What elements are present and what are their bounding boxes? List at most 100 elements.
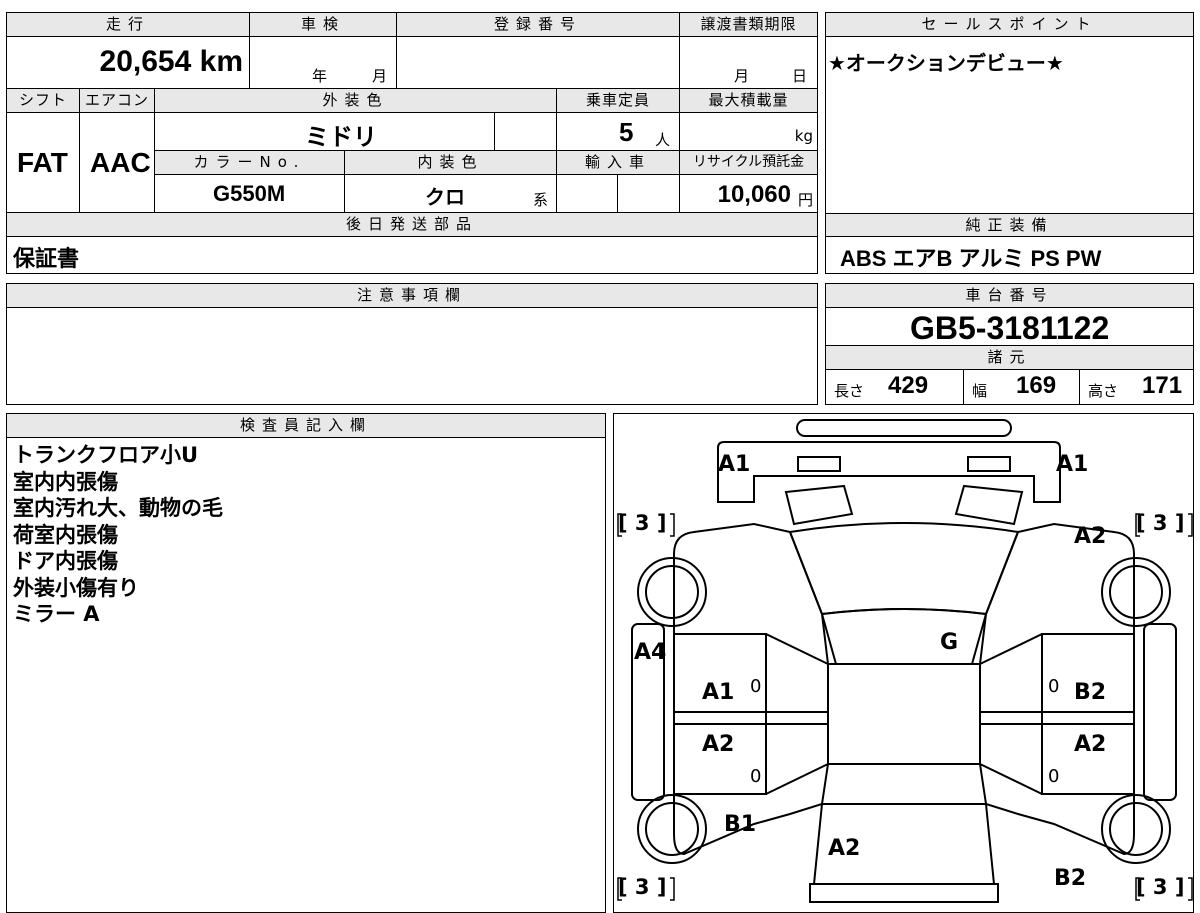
tire-front-right-shape	[1101, 557, 1171, 627]
color-no-cell: G550M	[155, 175, 345, 213]
width-value: 169	[1016, 372, 1057, 399]
shaken-header: 車検	[250, 13, 397, 37]
color-no-header: カラーNo.	[155, 151, 345, 175]
mark-front-left: A1	[718, 452, 751, 477]
recycle-value: 10,060	[717, 181, 791, 208]
inspector-line: 荷室内張傷	[13, 522, 118, 547]
inspector-line: 室内内張傷	[13, 469, 118, 494]
inspector-box: 検査員記入欄 トランクフロア小U 室内内張傷 室内汚れ大、動物の毛 荷室内張傷 …	[6, 413, 606, 913]
interior-color-cell: クロ 系	[345, 175, 557, 213]
aircon-header: エアコン	[80, 89, 155, 113]
max-load-cell: kg	[680, 113, 817, 151]
mark-front-right: A1	[1056, 452, 1089, 477]
registration-header: 登録番号	[397, 13, 680, 37]
exterior-color-header: 外装色	[155, 89, 557, 113]
cabin-shape	[827, 663, 981, 765]
mark-rear-fender-left: B1	[724, 812, 757, 837]
mark-rear-door-left-num: 0	[750, 766, 762, 787]
chassis-box: 車台番号 GB5-3181122 諸元 長さ 429 幅 169 高さ 171	[825, 283, 1194, 405]
shift-value: FAT	[17, 147, 68, 178]
shaken-year: 年	[312, 67, 328, 85]
equipment-items: ABS エアB アルミ PS PW	[840, 246, 1102, 271]
later-parts-header: 後日発送部品	[7, 213, 817, 237]
notes-header: 注意事項欄	[7, 284, 817, 308]
vehicle-info-table: 走行 車検 登録番号 譲渡書類期限 20,654 km 年 月 月 日 シフト …	[6, 12, 818, 274]
chassis-value: GB5-3181122	[910, 310, 1110, 346]
roof-shape	[820, 608, 988, 665]
side-step-right-shape	[1143, 623, 1177, 801]
mark-front-door-left: A1	[702, 680, 735, 705]
mark-tire-fl: [ 3 ]	[618, 511, 667, 535]
mark-tire-rl: [ 3 ]	[618, 875, 667, 899]
tire-rear-right-shape	[1101, 794, 1171, 864]
capacity-header: 乗車定員	[557, 89, 680, 113]
max-load-header: 最大積載量	[680, 89, 817, 113]
shift-header: シフト	[7, 89, 80, 113]
transfer-deadline-header: 譲渡書類期限	[680, 13, 817, 37]
inspector-line: ドア内張傷	[13, 549, 118, 573]
interior-color-unit: 系	[533, 191, 549, 209]
mark-rear-door-left: A2	[702, 732, 735, 757]
tire-rear-left-shape	[637, 794, 707, 864]
mark-rear-door-right: A2	[1074, 732, 1107, 757]
aircon-value: AAC	[90, 147, 151, 178]
tire-front-left-shape	[637, 557, 707, 627]
length-cell: 長さ 429	[826, 370, 964, 404]
car-diagram-box: A1 A1 [ 3 ] [ 3 ] A2 G A4 A1 0 0 B2 A2 0…	[613, 413, 1194, 913]
transfer-cell: 月 日	[680, 37, 817, 89]
height-cell: 高さ 171	[1080, 370, 1193, 404]
transfer-month: 月	[734, 67, 750, 85]
mark-fender-r: A2	[1074, 524, 1107, 549]
height-label: 高さ	[1088, 382, 1119, 400]
import-header: 輸入車	[557, 151, 680, 175]
mark-tire-rr: [ 3 ]	[1136, 875, 1185, 899]
capacity-cell: 5 人	[557, 113, 680, 151]
mark-front-door-left-num: 0	[750, 676, 762, 697]
sales-point-text: ★オークションデビュー★	[828, 51, 1064, 75]
specs-header: 諸元	[826, 346, 1193, 370]
hood-light-right-shape	[954, 484, 1024, 526]
front-bumper-shape	[796, 419, 1012, 437]
equipment-header: 純正装備	[826, 213, 1193, 237]
interior-color-value: クロ	[425, 187, 465, 209]
aircon-cell: AAC	[80, 113, 155, 213]
inspector-line: ミラー A	[13, 602, 100, 626]
import-cell-b	[618, 175, 680, 213]
mark-rear-fender-right: B2	[1054, 866, 1087, 891]
shift-cell: FAT	[7, 113, 80, 213]
recycle-header: リサイクル預託金	[680, 151, 817, 175]
hood-light-left-shape	[784, 484, 854, 526]
max-load-unit: kg	[794, 127, 813, 145]
inspector-line: 室内汚れ大、動物の毛	[13, 496, 223, 520]
notes-box: 注意事項欄	[6, 283, 818, 405]
sales-point-box: セールスポイント ★オークションデビュー★ 純正装備 ABS エアB アルミ P…	[825, 12, 1194, 274]
exterior-color-cell: ミドリ	[155, 113, 495, 151]
exterior-color-value: ミドリ	[305, 124, 377, 151]
mileage-cell: 20,654 km	[7, 37, 250, 89]
front-lamp-right-shape	[967, 456, 1011, 472]
inspector-line: 外装小傷有り	[13, 575, 139, 600]
width-cell: 幅 169	[964, 370, 1080, 404]
mark-front-door-right-num: 0	[1048, 676, 1060, 697]
import-cell-a	[557, 175, 618, 213]
capacity-value: 5	[619, 117, 634, 147]
windshield-shape	[788, 522, 1020, 616]
transfer-day: 日	[792, 67, 808, 85]
rear-bumper-shape	[809, 883, 999, 903]
inspector-lines: トランクフロア小U 室内内張傷 室内汚れ大、動物の毛 荷室内張傷 ドア内張傷 外…	[13, 442, 223, 628]
width-label: 幅	[972, 382, 988, 400]
inspector-line: トランクフロア小U	[13, 443, 199, 467]
mark-glass: G	[940, 630, 959, 655]
mark-tire-fr: [ 3 ]	[1136, 511, 1185, 535]
recycle-unit: 円	[797, 191, 813, 209]
color-no-value: G550M	[213, 181, 286, 206]
recycle-cell: 10,060 円	[680, 175, 817, 213]
interior-color-header: 内装色	[345, 151, 557, 175]
height-value: 171	[1142, 372, 1183, 399]
chassis-header: 車台番号	[826, 284, 1193, 308]
shaken-month: 月	[372, 67, 388, 85]
capacity-unit: 人	[655, 131, 671, 149]
sales-point-header: セールスポイント	[826, 13, 1193, 37]
mileage-value: 20,654 km	[99, 45, 243, 78]
length-value: 429	[888, 372, 929, 399]
